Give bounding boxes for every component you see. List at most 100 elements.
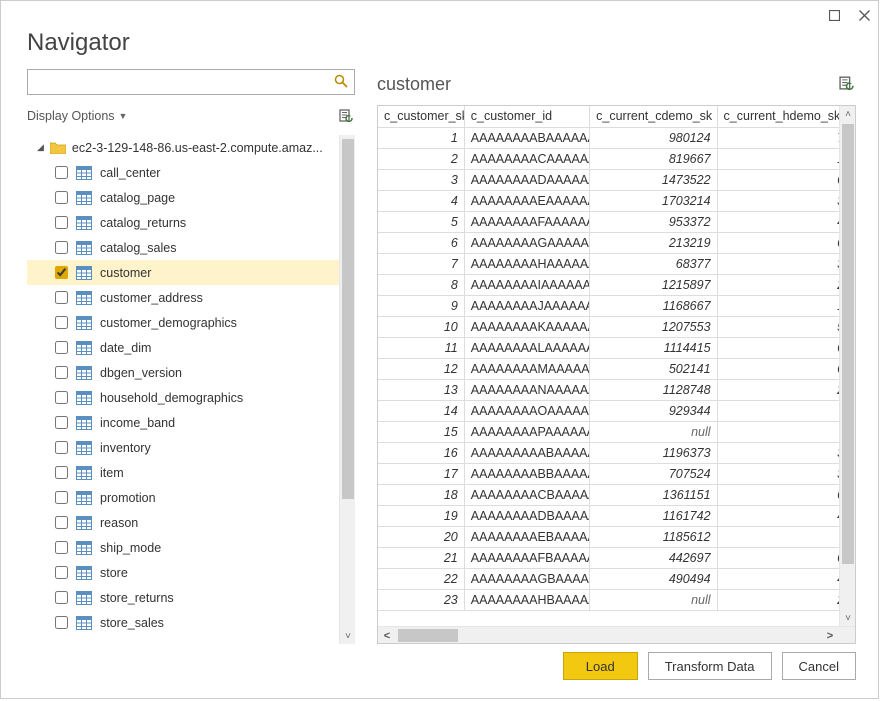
tree-item-checkbox[interactable] bbox=[55, 491, 68, 504]
table-row[interactable]: 3AAAAAAAADAAAAAAA147352262 bbox=[378, 169, 855, 190]
tree-item-checkbox[interactable] bbox=[55, 416, 68, 429]
table-row[interactable]: 7AAAAAAAAHAAAAAAA6837732 bbox=[378, 253, 855, 274]
tree-item-reason[interactable]: reason bbox=[27, 510, 339, 535]
table-row[interactable]: 6AAAAAAAAGAAAAAAA21321963 bbox=[378, 232, 855, 253]
table-row[interactable]: 22AAAAAAAAGBAAAAAA49049445 bbox=[378, 568, 855, 589]
tree-item-catalog_page[interactable]: catalog_page bbox=[27, 185, 339, 210]
table-row[interactable]: 20AAAAAAAAEBAAAAAA1185612 bbox=[378, 526, 855, 547]
tree-item-item[interactable]: item bbox=[27, 460, 339, 485]
cancel-button[interactable]: Cancel bbox=[782, 652, 856, 680]
scroll-up-icon[interactable]: ˄ bbox=[840, 106, 856, 122]
search-box[interactable] bbox=[27, 69, 355, 95]
table-row[interactable]: 14AAAAAAAAOAAAAAAA9293448 bbox=[378, 400, 855, 421]
table-row[interactable]: 2AAAAAAAACAAAAAAA81966714 bbox=[378, 148, 855, 169]
cell: 2 bbox=[378, 148, 464, 169]
table-row[interactable]: 19AAAAAAAADBAAAAAA116174242 bbox=[378, 505, 855, 526]
refresh-icon[interactable] bbox=[339, 107, 355, 126]
tree-item-checkbox[interactable] bbox=[55, 616, 68, 629]
tree-item-promotion[interactable]: promotion bbox=[27, 485, 339, 510]
tree-item-customer[interactable]: customer bbox=[27, 260, 339, 285]
preview-refresh-icon[interactable] bbox=[839, 74, 856, 94]
tree-item-store[interactable]: store bbox=[27, 560, 339, 585]
close-icon[interactable] bbox=[856, 7, 872, 23]
column-header[interactable]: c_customer_id bbox=[464, 106, 589, 127]
table-icon bbox=[76, 341, 92, 355]
scroll-right-icon[interactable]: > bbox=[821, 627, 839, 644]
tree-item-customer_demographics[interactable]: customer_demographics bbox=[27, 310, 339, 335]
table-row[interactable]: 12AAAAAAAAMAAAAAAA50214165 bbox=[378, 358, 855, 379]
table-icon bbox=[76, 216, 92, 230]
table-row[interactable]: 17AAAAAAAABBAAAAAA70752438 bbox=[378, 463, 855, 484]
table-row[interactable]: 21AAAAAAAAFBAAAAAA44269765 bbox=[378, 547, 855, 568]
table-row[interactable]: 5AAAAAAAAFAAAAAAA95337244 bbox=[378, 211, 855, 232]
tree-item-income_band[interactable]: income_band bbox=[27, 410, 339, 435]
table-row[interactable]: 23AAAAAAAAHBAAAAAAnull21 bbox=[378, 589, 855, 610]
scroll-thumb[interactable] bbox=[842, 124, 854, 564]
tree-item-checkbox[interactable] bbox=[55, 241, 68, 254]
cell: 17 bbox=[378, 463, 464, 484]
tree-item-label: store_sales bbox=[100, 616, 164, 630]
tree-item-checkbox[interactable] bbox=[55, 391, 68, 404]
dialog-title: Navigator bbox=[27, 29, 852, 57]
tree-item-checkbox[interactable] bbox=[55, 291, 68, 304]
column-header[interactable]: c_current_cdemo_sk bbox=[590, 106, 717, 127]
table-row[interactable]: 15AAAAAAAAPAAAAAAAnull1 bbox=[378, 421, 855, 442]
column-header[interactable]: c_current_hdemo_sk bbox=[717, 106, 855, 127]
maximize-icon[interactable] bbox=[826, 7, 842, 23]
scroll-thumb[interactable] bbox=[398, 629, 458, 642]
load-button[interactable]: Load bbox=[563, 652, 638, 680]
table-row[interactable]: 4AAAAAAAAEAAAAAAA170321439 bbox=[378, 190, 855, 211]
tree-item-household_demographics[interactable]: household_demographics bbox=[27, 385, 339, 410]
column-header[interactable]: c_customer_sk bbox=[378, 106, 464, 127]
tree-item-dbgen_version[interactable]: dbgen_version bbox=[27, 360, 339, 385]
tree-item-label: catalog_page bbox=[100, 191, 175, 205]
grid-horizontal-scrollbar[interactable]: < > bbox=[378, 626, 855, 643]
scroll-down-icon[interactable]: ˅ bbox=[840, 610, 856, 626]
tree-item-checkbox[interactable] bbox=[55, 191, 68, 204]
tree-item-catalog_sales[interactable]: catalog_sales bbox=[27, 235, 339, 260]
table-row[interactable]: 18AAAAAAAACBAAAAAA136115165 bbox=[378, 484, 855, 505]
tree-item-checkbox[interactable] bbox=[55, 441, 68, 454]
scroll-left-icon[interactable]: < bbox=[378, 627, 396, 644]
tree-item-checkbox[interactable] bbox=[55, 541, 68, 554]
table-icon bbox=[76, 266, 92, 280]
tree-item-catalog_returns[interactable]: catalog_returns bbox=[27, 210, 339, 235]
table-row[interactable]: 11AAAAAAAALAAAAAAA111441568 bbox=[378, 337, 855, 358]
tree-item-checkbox[interactable] bbox=[55, 466, 68, 479]
table-row[interactable]: 13AAAAAAAANAAAAAAA112874827 bbox=[378, 379, 855, 400]
cell: 1161742 bbox=[590, 505, 717, 526]
scroll-thumb[interactable] bbox=[342, 139, 354, 499]
tree-item-checkbox[interactable] bbox=[55, 341, 68, 354]
tree-item-checkbox[interactable] bbox=[55, 591, 68, 604]
cell: AAAAAAAABBAAAAAA bbox=[464, 463, 589, 484]
scroll-down-icon[interactable]: ˅ bbox=[340, 628, 355, 644]
table-row[interactable]: 8AAAAAAAAIAAAAAAA121589724 bbox=[378, 274, 855, 295]
display-options-dropdown[interactable]: Display Options ▼ bbox=[27, 109, 127, 123]
transform-data-button[interactable]: Transform Data bbox=[648, 652, 772, 680]
tree-scrollbar[interactable]: ˄ ˅ bbox=[339, 135, 355, 644]
tree-item-store_returns[interactable]: store_returns bbox=[27, 585, 339, 610]
tree-item-call_center[interactable]: call_center bbox=[27, 160, 339, 185]
table-row[interactable]: 16AAAAAAAAABAAAAAA119637330 bbox=[378, 442, 855, 463]
tree-root-node[interactable]: ◢ ec2-3-129-148-86.us-east-2.compute.ama… bbox=[27, 135, 339, 160]
tree-item-checkbox[interactable] bbox=[55, 366, 68, 379]
tree-item-ship_mode[interactable]: ship_mode bbox=[27, 535, 339, 560]
tree-item-checkbox[interactable] bbox=[55, 566, 68, 579]
table-row[interactable]: 9AAAAAAAAJAAAAAAA116866714 bbox=[378, 295, 855, 316]
tree-item-checkbox[interactable] bbox=[55, 166, 68, 179]
search-input[interactable] bbox=[34, 71, 328, 93]
tree-item-inventory[interactable]: inventory bbox=[27, 435, 339, 460]
tree-item-customer_address[interactable]: customer_address bbox=[27, 285, 339, 310]
table-row[interactable]: 1AAAAAAAABAAAAAAA98012471 bbox=[378, 127, 855, 148]
tree-item-store_sales[interactable]: store_sales bbox=[27, 610, 339, 635]
tree-item-checkbox[interactable] bbox=[55, 216, 68, 229]
grid-vertical-scrollbar[interactable]: ˄ ˅ bbox=[839, 106, 855, 626]
tree-item-checkbox[interactable] bbox=[55, 316, 68, 329]
tree-item-checkbox[interactable] bbox=[55, 516, 68, 529]
tree-item-date_dim[interactable]: date_dim bbox=[27, 335, 339, 360]
table-row[interactable]: 10AAAAAAAAKAAAAAAA120755351 bbox=[378, 316, 855, 337]
tree-item-checkbox[interactable] bbox=[55, 266, 68, 279]
cell: 42 bbox=[717, 505, 855, 526]
expand-collapse-icon[interactable]: ◢ bbox=[37, 142, 44, 153]
search-icon[interactable] bbox=[334, 74, 348, 91]
